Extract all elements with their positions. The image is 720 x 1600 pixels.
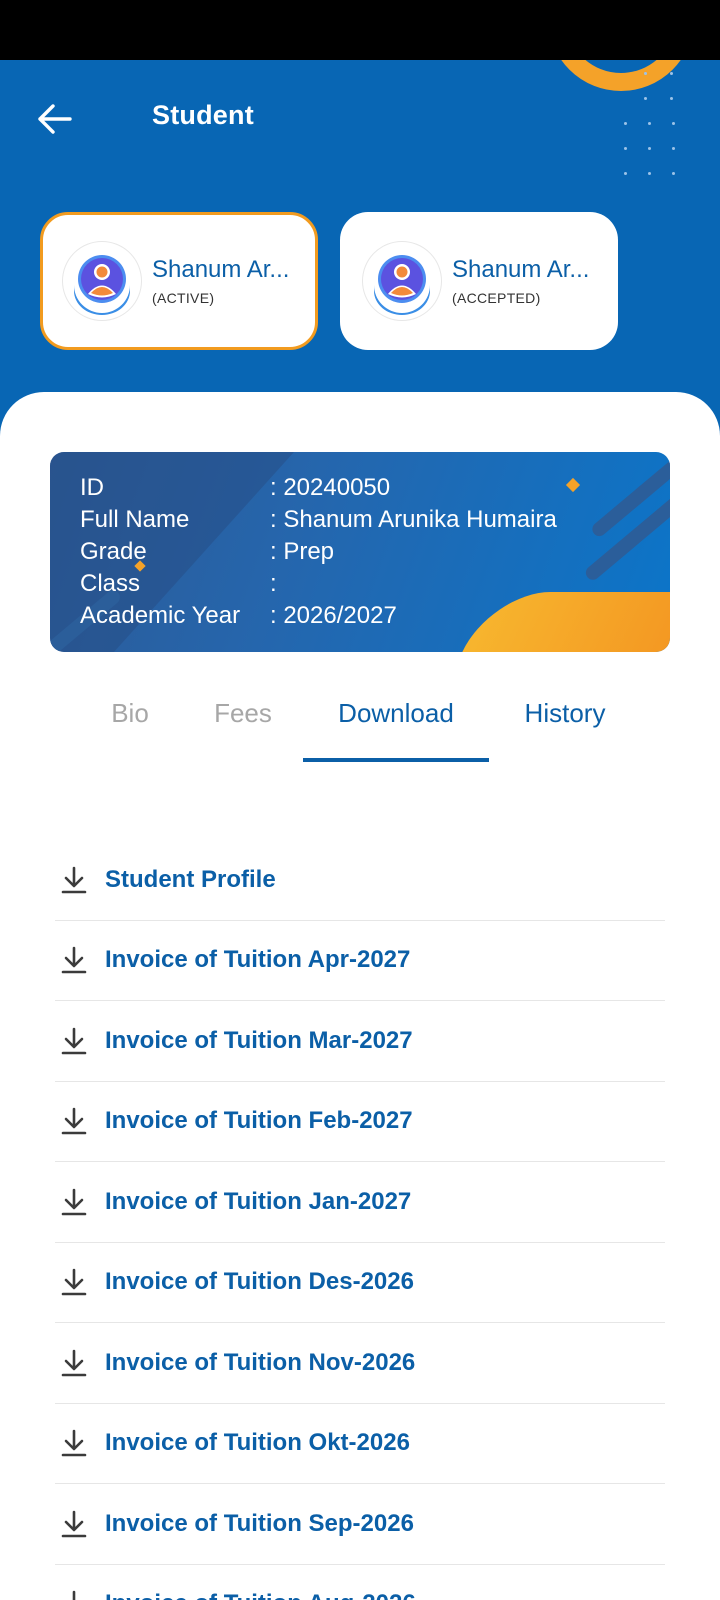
download-label: Invoice of Tuition Des-2026 (105, 1268, 414, 1296)
decorative-dots (624, 72, 700, 182)
id-value: : 20240050 (270, 474, 391, 501)
student-card-accepted[interactable]: Shanum Ar... (ACCEPTED) (340, 212, 618, 350)
active-tab-indicator (303, 758, 489, 762)
grade-value: : Prep (270, 538, 335, 565)
full-name-row: Full Name : Shanum Arunika Humaira (80, 504, 557, 536)
download-icon (55, 1023, 93, 1059)
academic-year-label: Academic Year (80, 602, 241, 629)
download-label: Invoice of Tuition Aug-2026 (105, 1590, 416, 1600)
download-invoice-item[interactable]: Invoice of Tuition Des-2026 (55, 1243, 665, 1323)
download-list: Student Profile Invoice of Tuition Apr-20… (55, 840, 665, 1600)
academic-year-value: : 2026/2027 (270, 602, 397, 629)
tab-download[interactable]: Download (303, 688, 489, 768)
id-row: ID : 20240050 (80, 472, 557, 504)
download-icon (55, 1425, 93, 1461)
grade-label: Grade (80, 538, 147, 565)
download-icon (55, 1345, 93, 1381)
student-id-card: ID : 20240050 Full Name : Shanum Arunika… (50, 452, 670, 652)
download-student-profile[interactable]: Student Profile (55, 840, 665, 921)
tab-bar: Bio Fees Download History (0, 688, 720, 768)
student-name: Shanum Ar... (152, 256, 290, 283)
page-title: Student (152, 100, 254, 130)
id-card-rows: ID : 20240050 Full Name : Shanum Arunika… (80, 472, 557, 632)
download-label: Invoice of Tuition Jan-2027 (105, 1187, 412, 1215)
download-invoice-item[interactable]: Invoice of Tuition Sep-2026 (55, 1484, 665, 1565)
download-icon (55, 1264, 93, 1300)
download-icon (55, 1184, 93, 1220)
user-avatar-icon (62, 241, 142, 321)
download-label: Student Profile (105, 865, 276, 893)
student-name: Shanum Ar... (452, 256, 590, 283)
user-avatar-icon (362, 241, 442, 321)
tab-bio[interactable]: Bio (90, 688, 170, 768)
status-bar (0, 0, 720, 60)
academic-year-row: Academic Year : 2026/2027 (80, 600, 557, 632)
download-icon (55, 942, 93, 978)
download-label: Invoice of Tuition Mar-2027 (105, 1026, 413, 1054)
grade-row: Grade : Prep (80, 536, 557, 568)
full-name-label: Full Name (80, 506, 190, 533)
download-invoice-item[interactable]: Invoice of Tuition Nov-2026 (55, 1323, 665, 1404)
class-label: Class (80, 570, 141, 597)
full-name-value: : Shanum Arunika Humaira (270, 506, 557, 533)
download-icon (55, 862, 93, 898)
download-invoice-item[interactable]: Invoice of Tuition Jan-2027 (55, 1162, 665, 1243)
download-invoice-item[interactable]: Invoice of Tuition Aug-2026 (55, 1565, 665, 1600)
download-label: Invoice of Tuition Okt-2026 (105, 1429, 410, 1457)
tab-history[interactable]: History (505, 688, 625, 768)
download-invoice-item[interactable]: Invoice of Tuition Apr-2027 (55, 921, 665, 1001)
download-label: Invoice of Tuition Nov-2026 (105, 1348, 416, 1376)
class-value: : (270, 570, 277, 597)
download-invoice-item[interactable]: Invoice of Tuition Feb-2027 (55, 1082, 665, 1162)
content-panel: ID : 20240050 Full Name : Shanum Arunika… (0, 392, 720, 1600)
arrow-left-icon (38, 104, 72, 134)
download-icon (55, 1586, 93, 1600)
download-invoice-item[interactable]: Invoice of Tuition Mar-2027 (55, 1001, 665, 1082)
download-icon (55, 1506, 93, 1542)
download-label: Invoice of Tuition Feb-2027 (105, 1107, 413, 1135)
tab-fees[interactable]: Fees (198, 688, 288, 768)
back-button[interactable] (30, 94, 80, 144)
download-invoice-item[interactable]: Invoice of Tuition Okt-2026 (55, 1404, 665, 1484)
class-row: Class : (80, 568, 557, 600)
id-label: ID (80, 474, 104, 501)
download-icon (55, 1103, 93, 1139)
download-label: Invoice of Tuition Sep-2026 (105, 1509, 414, 1537)
student-status: (ACTIVE) (152, 290, 215, 306)
student-card-active[interactable]: Shanum Ar... (ACTIVE) (40, 212, 318, 350)
download-label: Invoice of Tuition Apr-2027 (105, 946, 411, 974)
student-status: (ACCEPTED) (452, 290, 541, 306)
